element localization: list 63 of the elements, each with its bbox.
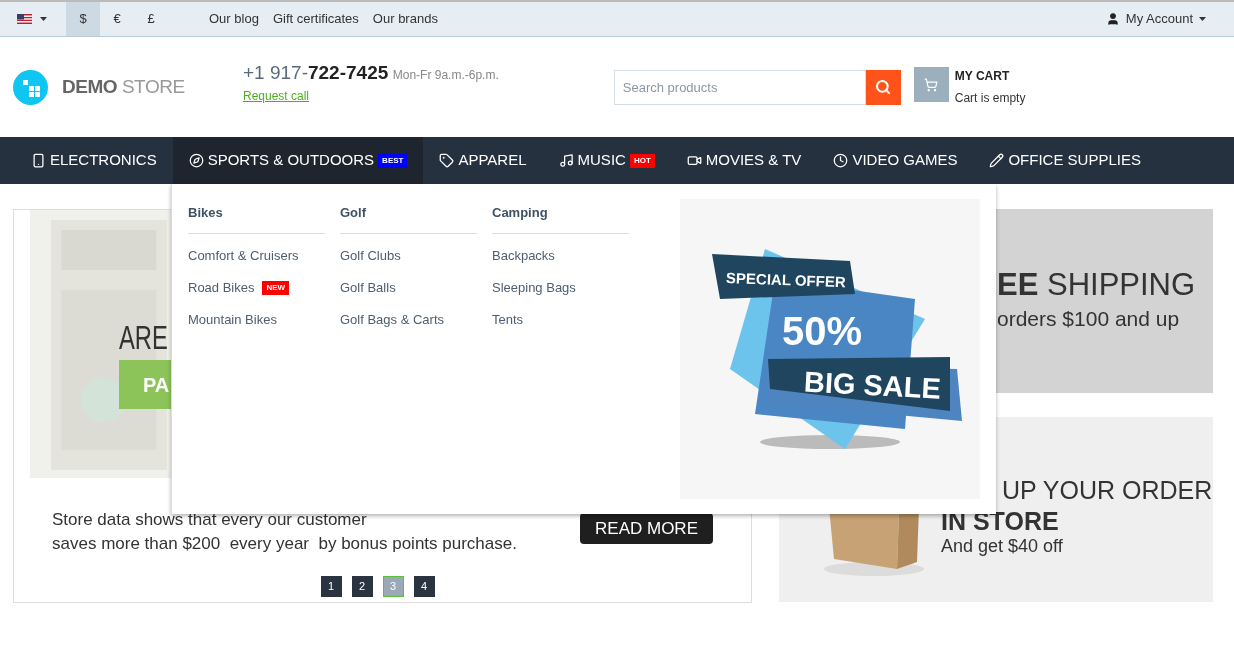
slide-caption: saves more than $200 every year by bonus points purchase. bbox=[52, 533, 517, 555]
menu-column-title: Bikes bbox=[188, 199, 325, 234]
search-icon bbox=[875, 79, 892, 95]
menu-column-title: Camping bbox=[492, 199, 629, 234]
currency-option[interactable]: £ bbox=[134, 2, 168, 36]
video-camera-icon bbox=[686, 153, 702, 168]
compass-icon bbox=[188, 153, 204, 168]
banner-title: EE SHIPPING bbox=[997, 267, 1197, 303]
search-button[interactable] bbox=[865, 69, 901, 105]
cart-button[interactable] bbox=[913, 67, 949, 102]
phone-number: +1 917-722-7425 Mon-Fr 9a.m.-6p.m. bbox=[243, 60, 499, 85]
pencil-icon bbox=[989, 153, 1005, 168]
page-button[interactable]: 2 bbox=[351, 576, 373, 597]
category-tab[interactable]: SPORTS & OUTDOORS BEST bbox=[172, 137, 424, 184]
cart-title: MY CART bbox=[954, 68, 1011, 85]
slide-heading: ARE bbox=[119, 318, 168, 358]
read-more-button[interactable]: READ MORE bbox=[580, 513, 713, 544]
page-button[interactable]: 1 bbox=[320, 576, 342, 597]
cart-status: Cart is empty bbox=[954, 90, 1026, 107]
flag-icon bbox=[17, 14, 32, 24]
logo-icon bbox=[13, 69, 48, 105]
label-tag: BEST bbox=[378, 153, 408, 168]
label-tag: HOT bbox=[629, 153, 655, 168]
cart-icon bbox=[924, 77, 939, 92]
banner-title: UP YOUR ORDER bbox=[1002, 475, 1213, 506]
top-link[interactable]: Gift certificates bbox=[272, 9, 359, 29]
phone-icon bbox=[31, 153, 46, 168]
menu-column-title: Golf bbox=[340, 199, 477, 234]
category-tab[interactable]: ELECTRONICS bbox=[15, 137, 173, 184]
caret-icon bbox=[40, 17, 47, 21]
clock-icon bbox=[833, 153, 849, 168]
page-button[interactable]: 4 bbox=[413, 576, 435, 597]
promo-banner-text: BIG SALE bbox=[803, 365, 942, 405]
banner-subtitle: And get $40 off bbox=[941, 535, 1063, 558]
menu-link[interactable]: Mountain Bikes bbox=[188, 310, 277, 329]
menu-link[interactable]: Golf Balls bbox=[340, 278, 396, 297]
caret-icon bbox=[1199, 17, 1206, 21]
store-name: DEMO STORE bbox=[62, 74, 185, 99]
menu-link[interactable]: Sleeping Bags bbox=[492, 278, 576, 297]
menu-link[interactable]: Road Bikes bbox=[188, 278, 255, 297]
currency-option[interactable]: € bbox=[100, 2, 134, 36]
menu-link[interactable]: Backpacks bbox=[492, 246, 555, 265]
currency-option[interactable]: $ bbox=[66, 2, 100, 36]
top-link[interactable]: Our brands bbox=[372, 9, 438, 29]
top-link[interactable]: Our blog bbox=[209, 9, 259, 29]
menu-link[interactable]: Comfort & Cruisers bbox=[188, 246, 299, 265]
menu-link[interactable]: Golf Clubs bbox=[340, 246, 401, 265]
category-tab[interactable]: OFFICE SUPPLIES bbox=[973, 137, 1157, 184]
slide-caption: Store data shows that every our customer bbox=[52, 509, 368, 531]
banner-subtitle: orders $100 and up bbox=[997, 306, 1181, 332]
category-tab[interactable]: VIDEO GAMES bbox=[817, 137, 974, 184]
account-menu[interactable]: My Account bbox=[1105, 9, 1206, 29]
promo-discount: 50% bbox=[782, 309, 863, 353]
search-field[interactable]: Search products bbox=[613, 69, 866, 105]
user-icon bbox=[1105, 12, 1120, 26]
label-tag: NEW bbox=[262, 280, 290, 295]
category-tab[interactable]: MOVIES & TV bbox=[670, 137, 818, 184]
tag-icon bbox=[439, 153, 455, 168]
category-tab[interactable]: MUSIC HOT bbox=[542, 137, 671, 184]
menu-link[interactable]: Tents bbox=[492, 310, 524, 329]
menu-link[interactable]: Golf Bags & Carts bbox=[340, 310, 445, 329]
music-note-icon bbox=[558, 153, 574, 168]
category-tab[interactable]: APPAREL bbox=[423, 137, 543, 184]
